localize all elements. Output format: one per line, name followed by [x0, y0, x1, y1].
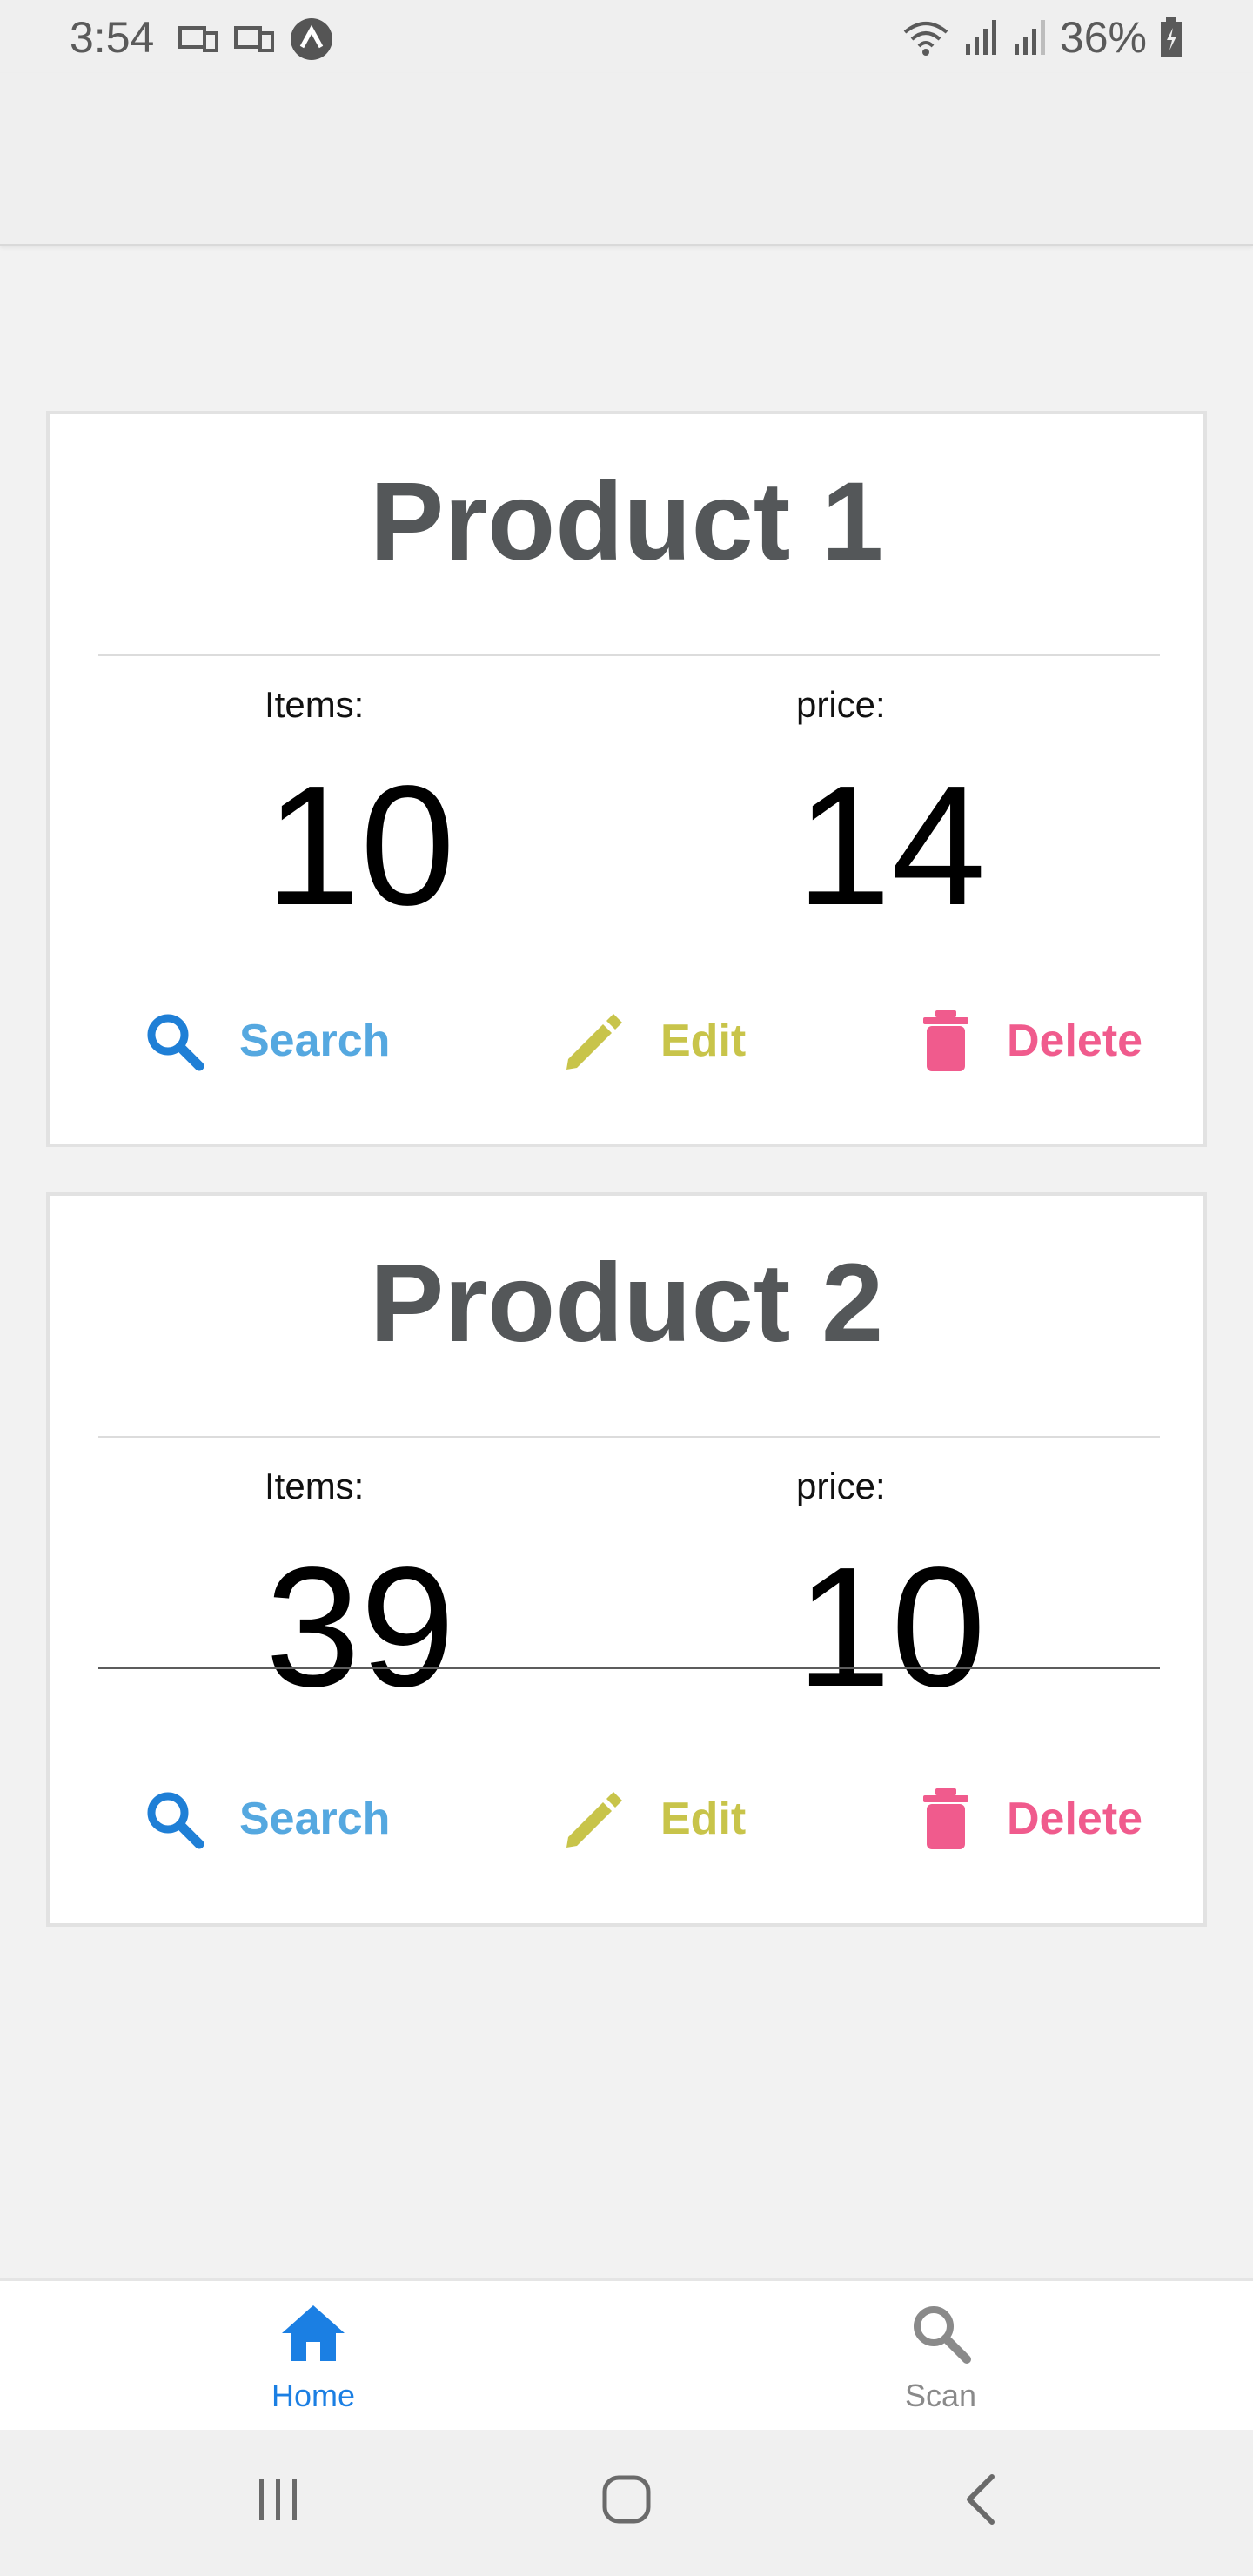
product-actions: Search Edit Delete — [50, 1784, 1203, 1854]
pencil-icon — [566, 1792, 622, 1848]
price-label: price: — [796, 1466, 886, 1506]
recent-apps-icon[interactable] — [252, 2473, 305, 2526]
product-card: Product 2 Items: price: 39 10 Search Edi… — [46, 1192, 1207, 1927]
divider — [98, 654, 1160, 656]
price-value: 10 — [796, 1532, 987, 1722]
price-label: price: — [796, 684, 886, 725]
tab-home[interactable]: Home — [183, 2302, 444, 2414]
search-button[interactable]: Search — [144, 1006, 390, 1076]
home-button-icon[interactable] — [600, 2473, 653, 2526]
cast-icon — [234, 26, 274, 52]
edit-label: Edit — [660, 1016, 747, 1066]
back-icon[interactable] — [957, 2473, 1009, 2526]
system-nav-bar — [0, 2430, 1253, 2576]
pencil-icon — [566, 1014, 622, 1070]
search-label: Search — [239, 1794, 391, 1844]
items-label: Items: — [265, 684, 365, 725]
edit-button[interactable]: Edit — [561, 1784, 746, 1854]
divider — [98, 1436, 1160, 1438]
items-value: 39 — [265, 1532, 456, 1722]
battery-percent: 36% — [1059, 13, 1147, 62]
items-value: 10 — [265, 750, 456, 941]
search-label: Search — [239, 1016, 391, 1066]
edit-button[interactable]: Edit — [561, 1006, 746, 1076]
product-actions: Search Edit Delete — [50, 1006, 1203, 1076]
search-icon — [914, 2306, 971, 2364]
status-icons-right: 36% — [901, 12, 1183, 63]
battery-icon — [1161, 17, 1182, 57]
status-bar: 3:54 36% — [0, 0, 1253, 73]
tab-label: Home — [271, 2378, 356, 2413]
app-header — [0, 73, 1253, 246]
search-button[interactable]: Search — [144, 1784, 390, 1854]
cast-icon — [178, 26, 218, 52]
signal-icon — [1014, 20, 1045, 55]
status-time: 3:54 — [70, 13, 155, 62]
trash-icon — [923, 1788, 968, 1849]
delete-button[interactable]: Delete — [920, 1784, 1142, 1854]
search-icon — [147, 1792, 204, 1849]
status-icons-left — [178, 17, 333, 61]
search-icon — [147, 1014, 204, 1071]
delete-label: Delete — [1007, 1794, 1143, 1844]
product-title: Product 1 — [369, 460, 884, 584]
price-value: 14 — [796, 750, 987, 941]
home-icon — [282, 2305, 345, 2361]
items-label: Items: — [265, 1466, 365, 1506]
bottom-tab-bar: Home Scan — [0, 2278, 1253, 2432]
tab-scan[interactable]: Scan — [810, 2302, 1071, 2414]
signal-icon — [965, 20, 996, 55]
product-card: Product 1 Items: price: 10 14 Search Edi… — [46, 411, 1207, 1147]
delete-button[interactable]: Delete — [920, 1006, 1142, 1076]
product-title: Product 2 — [369, 1241, 884, 1365]
wifi-icon — [903, 22, 948, 56]
app-icon — [291, 18, 332, 60]
edit-label: Edit — [660, 1794, 747, 1844]
divider — [98, 1667, 1160, 1669]
trash-icon — [923, 1010, 968, 1071]
delete-label: Delete — [1007, 1016, 1143, 1066]
tab-label: Scan — [904, 2378, 977, 2413]
